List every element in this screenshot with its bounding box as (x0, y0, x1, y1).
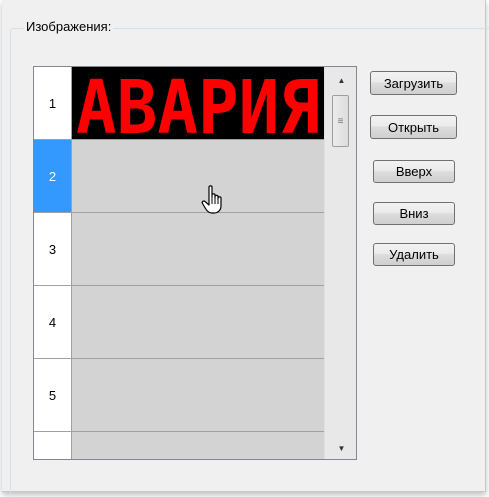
image-cell[interactable]: АВАРИЯ (72, 67, 324, 140)
image-cell[interactable] (72, 432, 324, 459)
led-image: АВАРИЯ (72, 67, 324, 140)
table-row[interactable]: 2 (34, 140, 324, 213)
table-row[interactable]: 3 (34, 213, 324, 286)
group-title: Изображения: (24, 19, 114, 35)
image-cell[interactable] (72, 286, 324, 359)
load-button[interactable]: Загрузить (370, 71, 457, 95)
image-cell[interactable] (72, 140, 324, 213)
hand-pointer-icon (201, 185, 222, 214)
table-row[interactable] (34, 432, 324, 459)
table-row[interactable]: 5 (34, 359, 324, 432)
row-header[interactable] (34, 432, 72, 459)
vertical-scrollbar[interactable]: ▲ ≡ ▼ (324, 67, 356, 459)
up-button[interactable]: Вверх (373, 160, 455, 183)
down-button[interactable]: Вниз (373, 202, 455, 225)
led-text: АВАРИЯ (76, 67, 320, 140)
table-row[interactable]: 1 АВАРИЯ (34, 67, 324, 140)
scroll-grip-icon: ≡ (337, 115, 344, 127)
scroll-down-icon[interactable]: ▼ (325, 437, 356, 459)
row-header[interactable]: 1 (34, 67, 72, 140)
row-header[interactable]: 4 (34, 286, 72, 359)
image-cell[interactable] (72, 359, 324, 432)
scroll-up-icon[interactable]: ▲ (325, 69, 356, 91)
scroll-thumb[interactable]: ≡ (332, 95, 349, 147)
row-header[interactable]: 3 (34, 213, 72, 286)
images-grid[interactable]: 1 АВАРИЯ 2 3 4 5 ▲ ≡ ▼ (33, 66, 357, 460)
row-header[interactable]: 5 (34, 359, 72, 432)
row-header[interactable]: 2 (34, 140, 72, 213)
open-button[interactable]: Открыть (370, 115, 457, 139)
table-row[interactable]: 4 (34, 286, 324, 359)
delete-button[interactable]: Удалить (373, 243, 455, 266)
image-cell[interactable] (72, 213, 324, 286)
